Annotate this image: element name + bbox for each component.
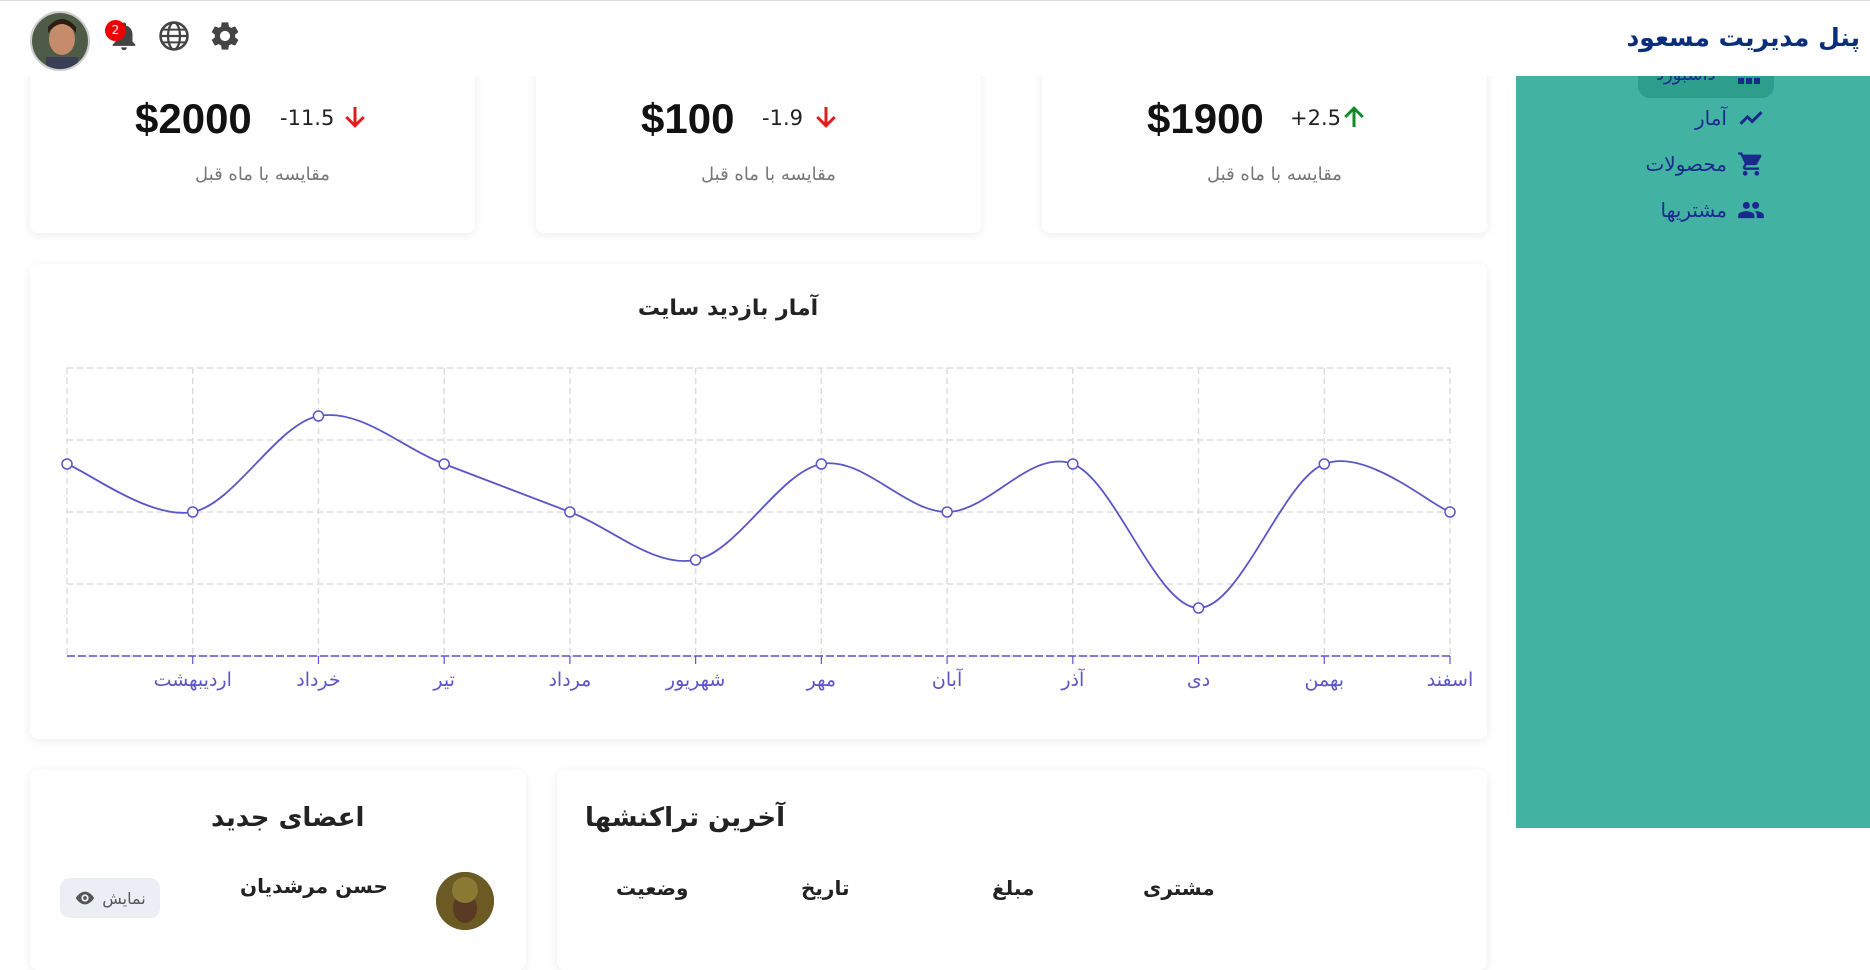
arrow-down-icon	[345, 107, 365, 128]
cart-icon	[1738, 152, 1762, 176]
arrow-down-icon	[816, 107, 836, 128]
sidebar-item-label: آمار	[1694, 106, 1727, 130]
column-customer: مشتری	[1143, 876, 1215, 900]
language-globe-icon[interactable]	[157, 19, 191, 53]
new-members-card	[30, 770, 526, 970]
stat-value: $2000	[135, 95, 252, 142]
arrow-up-icon	[1344, 106, 1364, 127]
stat-value: $100	[641, 95, 735, 142]
stat-rate: +2.5	[1290, 106, 1341, 130]
stat-subtitle: مقایسه با ماه قبل	[701, 164, 836, 185]
column-date: تاریخ	[801, 876, 850, 900]
sidebar-item-label: محصولات	[1645, 152, 1727, 176]
stat-rate: -1.9	[762, 106, 803, 130]
column-amount: مبلغ	[992, 876, 1035, 900]
sidebar-item-label: مشتریها	[1660, 198, 1727, 222]
member-avatar[interactable]	[436, 872, 494, 930]
app-title[interactable]: پنل مدیریت مسعود	[1626, 23, 1860, 52]
settings-gear-icon[interactable]	[208, 19, 242, 53]
sidebar-item-dashboard-active[interactable]: داشبورد	[1638, 64, 1774, 98]
stat-rate: -11.5	[280, 106, 335, 130]
new-members-title: اعضای جدید	[211, 803, 365, 833]
chart-title: آمار بازدید سایت	[637, 296, 819, 321]
top-bar: پنل مدیریت مسعود 2	[0, 0, 1870, 76]
user-avatar[interactable]	[30, 11, 90, 71]
transactions-card	[557, 770, 1487, 970]
trending-up-icon	[1739, 111, 1763, 125]
transactions-title: آخرین تراکنشها	[585, 803, 786, 833]
stat-subtitle: مقایسه با ماه قبل	[1207, 164, 1342, 185]
sidebar-item-products[interactable]: محصولات	[1645, 150, 1765, 178]
sidebar-item-customers[interactable]: مشتریها	[1660, 196, 1765, 224]
stat-value: $1900	[1147, 95, 1264, 142]
stat-subtitle: مقایسه با ماه قبل	[195, 164, 330, 185]
column-status: وضعیت	[616, 876, 689, 900]
sidebar: داشبورد آمار محصولات مشتریها	[1516, 64, 1870, 828]
member-name: حسن مرشدیان	[240, 874, 388, 898]
people-icon	[1738, 201, 1764, 219]
eye-icon	[76, 891, 95, 905]
show-member-button[interactable]: نمایش	[60, 878, 160, 918]
show-button-label: نمایش	[102, 888, 146, 908]
sidebar-item-stats[interactable]: آمار	[1695, 104, 1765, 132]
chart-card	[30, 264, 1487, 739]
notification-badge: 2	[105, 20, 126, 41]
